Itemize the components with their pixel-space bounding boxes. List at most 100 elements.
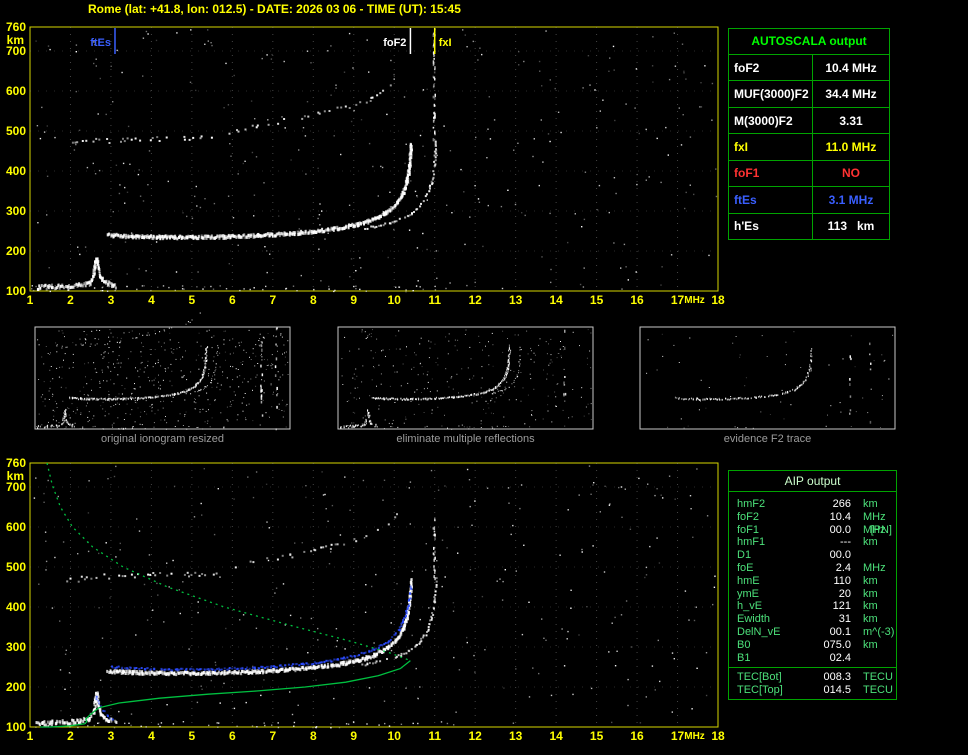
svg-text:600: 600	[6, 84, 26, 98]
param-label: foF2	[737, 510, 760, 523]
autoscala-header: AUTOSCALA output	[729, 29, 889, 55]
svg-text:10: 10	[388, 729, 402, 743]
svg-text:15: 15	[590, 729, 604, 743]
svg-text:13: 13	[509, 729, 523, 743]
svg-text:18: 18	[711, 729, 725, 743]
svg-text:16: 16	[630, 729, 644, 743]
thumbnail-3-F2-ordinary-trace	[674, 348, 813, 401]
param-unit: km	[863, 498, 878, 510]
param-unit: km	[863, 600, 878, 613]
svg-text:15: 15	[590, 293, 604, 307]
thumbnail-1-Es-layer-trace	[37, 408, 75, 429]
svg-text:100: 100	[6, 284, 26, 298]
svg-text:14: 14	[549, 293, 563, 307]
thumbnail-2-Es-layer-trace	[340, 409, 378, 429]
param-value: 075.0	[823, 638, 851, 651]
param-flag: [PN]	[870, 523, 892, 536]
thumbnail-caption-1: original ionogram resized	[101, 433, 224, 445]
param-label: ymE	[737, 587, 759, 600]
aip-row-TEC[Top]: TEC[Top] 014.5 TECU	[737, 684, 896, 697]
param-value: 11.0 MHz	[825, 139, 877, 154]
svg-text:14: 14	[549, 729, 563, 743]
aip-rows: hmF2 266 km foF2 10.4 MHz foF1 00.0 MHz [PN] hmF1-…	[729, 492, 896, 664]
svg-text:ftEs: ftEs	[90, 37, 111, 49]
param-label: ftEs	[729, 187, 813, 213]
svg-text:fxI: fxI	[439, 37, 452, 49]
svg-text:13: 13	[509, 293, 523, 307]
svg-text:foF2: foF2	[383, 37, 406, 49]
aip-row-foE: foE 2.4 MHz	[737, 562, 896, 575]
top-ionogram-F2-ordinary-trace	[106, 142, 413, 241]
param-unit: km	[863, 587, 878, 600]
param-unit: km	[863, 613, 878, 626]
autoscala-row-foF1: foF1 NO	[729, 160, 889, 188]
param-label: TEC[Bot]	[737, 671, 782, 684]
svg-text:km: km	[7, 469, 24, 483]
thumbnail-3-echo-noise	[646, 331, 894, 429]
thumbnail-2	[337, 326, 594, 430]
autoscala-row-MUF(3000)F2: MUF(3000)F2 34.4 MHz	[729, 81, 889, 108]
thumbnail-2-border	[337, 326, 594, 430]
top-ionogram-marker-fxI: fxI	[433, 28, 452, 54]
thumbnail-1-F2-extraordinary-trace	[185, 345, 219, 395]
top-ionogram: ftEs foF2 fxI760700600500400300200100km1 2 3…	[6, 20, 725, 307]
param-value: 2.4	[835, 561, 851, 574]
param-unit: m^(-3)	[863, 625, 895, 638]
param-value: 10.4	[829, 510, 851, 523]
autoscala-output-panel: AUTOSCALA output foF2 10.4 MHz MUF(3000)F2…	[728, 28, 890, 240]
svg-text:12: 12	[468, 293, 482, 307]
autoscala-rows: foF2 10.4 MHz MUF(3000)F2 34.4 MHz M(3000)F2…	[729, 55, 889, 239]
bottom-ionogram-axis-labels: 760700600500400300200100km1 2 3 4 5 6 7 8 9 10 11 1…	[6, 456, 725, 743]
param-label: hmF2	[737, 498, 766, 510]
svg-text:3: 3	[108, 729, 115, 743]
top-ionogram-marker-foF2: foF2	[383, 28, 412, 54]
svg-text:400: 400	[6, 164, 26, 178]
svg-text:18: 18	[711, 293, 725, 307]
thumbnail-2-F2-ordinary-trace	[371, 346, 512, 401]
param-unit: MHz	[863, 561, 886, 574]
param-label: DelN_vE	[737, 625, 781, 638]
param-unit: km	[863, 536, 878, 549]
param-unit: MHz	[863, 510, 886, 523]
svg-text:MHz: MHz	[684, 731, 705, 742]
svg-text:9: 9	[350, 729, 357, 743]
param-value: 34.4 MHz	[825, 87, 877, 102]
svg-text:400: 400	[6, 600, 26, 614]
svg-text:17: 17	[671, 293, 685, 307]
aip-row-foF2: foF2 10.4 MHz	[737, 511, 896, 524]
svg-text:5: 5	[189, 293, 196, 307]
svg-text:760: 760	[6, 20, 26, 34]
top-ionogram-echo-noise	[31, 28, 718, 293]
param-label: foF2	[729, 55, 813, 81]
aip-output-panel: AIP output hmF2 266 km foF2 10.4 MHz foF1 00.0 M…	[728, 470, 897, 700]
svg-text:200: 200	[6, 680, 26, 694]
svg-text:11: 11	[428, 293, 441, 307]
svg-text:4: 4	[148, 293, 155, 307]
svg-text:12: 12	[468, 729, 482, 743]
param-label: TEC[Top]	[737, 684, 783, 697]
param-unit: TECU	[863, 671, 893, 684]
svg-text:8: 8	[310, 293, 317, 307]
thumbnail-3	[639, 326, 896, 430]
param-label: foE	[737, 561, 754, 574]
svg-text:8: 8	[310, 729, 317, 743]
param-value: NO	[842, 166, 860, 181]
aip-row-foF1: foF1 00.0 MHz [PN]	[737, 524, 896, 537]
svg-text:200: 200	[6, 244, 26, 258]
param-label: foF1	[737, 523, 760, 536]
svg-text:2: 2	[67, 293, 74, 307]
aip-row-B1: B1 02.4	[737, 652, 896, 665]
bottom-ionogram-multiple-reflection-rise	[234, 513, 398, 569]
aip-row-Ewidth: Ewidth 31 km	[737, 613, 896, 626]
top-ionogram-multiple-reflection-rise	[228, 84, 392, 135]
param-label: hmF1	[737, 536, 766, 549]
aip-row-h_vE: h_vE 121 km	[737, 600, 896, 613]
param-value: 266	[832, 498, 851, 510]
autoscala-row-ftEs: ftEs 3.1 MHz	[729, 187, 889, 214]
aip-tec-rows: TEC[Bot] 008.3 TECU TEC[Top] 014.5 TECU	[729, 667, 896, 697]
top-ionogram-Es-layer-trace	[36, 257, 117, 291]
svg-text:300: 300	[6, 204, 26, 218]
thumbnail-1-F2-ordinary-trace	[69, 346, 209, 401]
thumbnail-3-border	[639, 326, 896, 430]
thumbnail-1	[34, 312, 291, 431]
